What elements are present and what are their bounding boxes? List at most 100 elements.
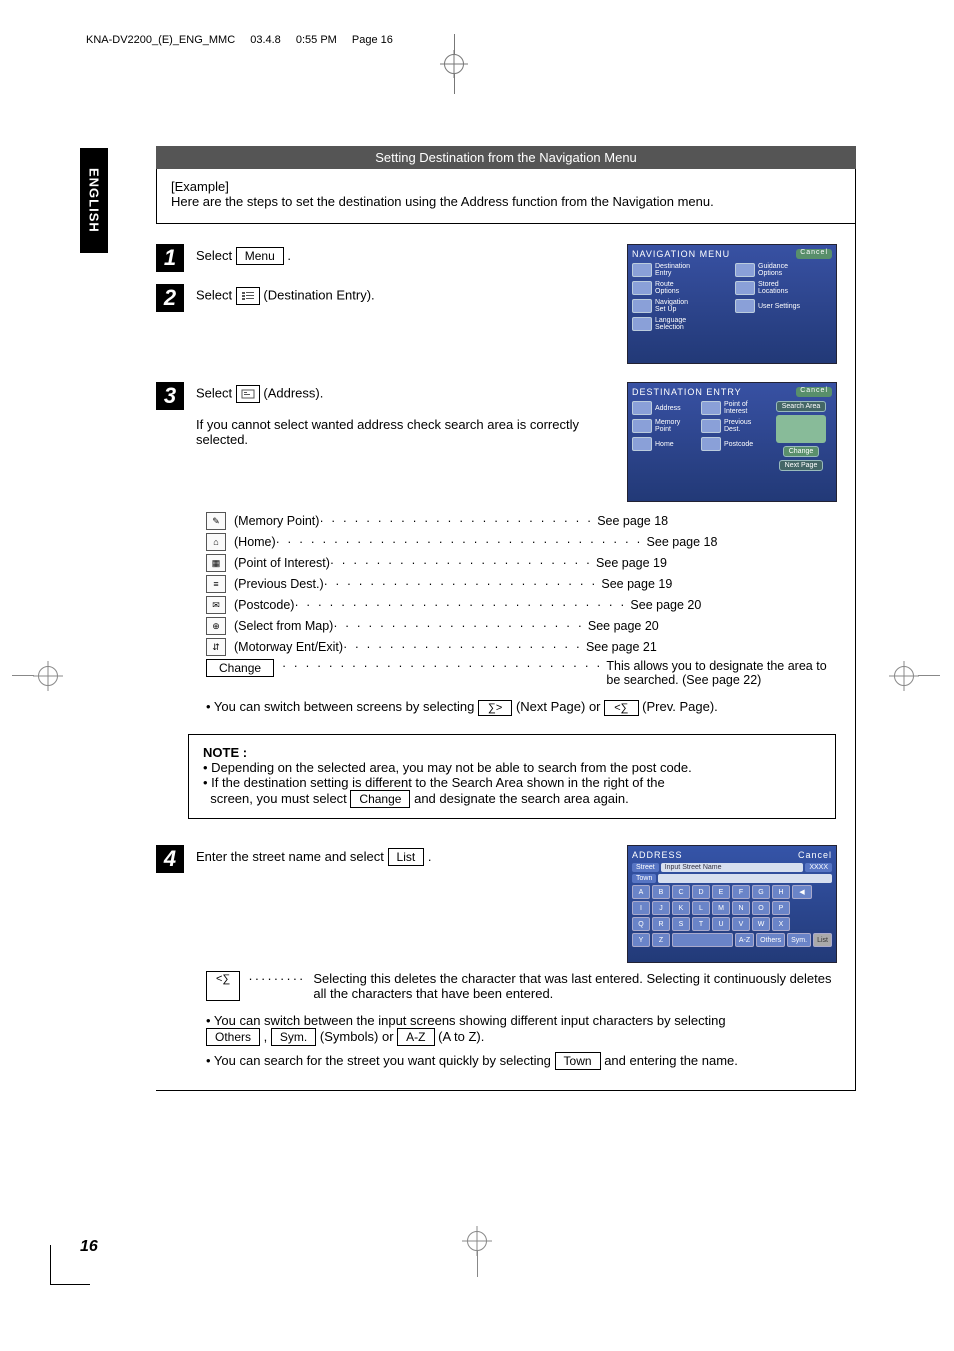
kb-key: U: [712, 917, 730, 931]
language-tab: ENGLISH: [80, 148, 108, 253]
note-line2b: screen, you must select: [210, 791, 347, 806]
kb-key: H: [772, 885, 790, 899]
step-number: 3: [156, 382, 184, 410]
address-icon[interactable]: [236, 385, 260, 403]
destination-entry-screenshot: DESTINATION ENTRY Cancel Address Point o…: [627, 382, 837, 502]
ss-item: Point of: [724, 401, 748, 408]
ss-item: Home: [655, 441, 674, 448]
ss-item-sub: Locations: [758, 288, 788, 295]
search-town-line: • You can search for the street you want…: [206, 1052, 837, 1070]
ss-item: Guidance: [758, 263, 788, 270]
ss-item: Route: [655, 281, 674, 288]
change-button-note[interactable]: Change: [350, 790, 410, 808]
kb-key: V: [732, 917, 750, 931]
kb-key: Z: [652, 933, 670, 947]
kb-key: T: [692, 917, 710, 931]
ss-cancel: Cancel: [798, 850, 832, 860]
town-label: Town: [632, 874, 656, 883]
note-line1: • Depending on the selected area, you ma…: [203, 760, 821, 775]
step4-post: .: [428, 849, 432, 864]
note-box: NOTE : • Depending on the selected area,…: [188, 734, 836, 819]
kb-az: A-Z: [735, 933, 754, 947]
kb-key: Q: [632, 917, 650, 931]
step3-pre: Select: [196, 385, 232, 400]
example-text: Here are the steps to set the destinatio…: [171, 194, 841, 209]
header-time: 0:55 PM: [296, 34, 337, 46]
az-button[interactable]: A-Z: [397, 1028, 434, 1046]
step3-note: If you cannot select wanted address chec…: [196, 417, 607, 447]
ss-item-sub: Interest: [724, 408, 747, 415]
step2-post: (Destination Entry).: [263, 287, 374, 302]
next-page-button[interactable]: ∑>: [478, 700, 512, 716]
ss-item: Postcode: [724, 441, 753, 448]
ref-motorway: ⇵(Motorway Ent/Exit) · · · · · · · · · ·…: [206, 638, 837, 656]
ss-item: User Settings: [758, 303, 800, 310]
kb-list: List: [813, 933, 832, 947]
postcode-icon: ✉: [206, 596, 226, 614]
kb-key: B: [652, 885, 670, 899]
kb-key: E: [712, 885, 730, 899]
ss-item: Destination: [655, 263, 690, 270]
list-button[interactable]: List: [388, 848, 425, 866]
kb-key: S: [672, 917, 690, 931]
kb-others: Others: [756, 933, 785, 947]
sym-button[interactable]: Sym.: [271, 1028, 316, 1046]
change-text: This allows you to designate the area to…: [606, 659, 837, 687]
body: 1 Select Menu . 2 Select: [156, 224, 856, 1091]
ss-item: Memory: [655, 419, 680, 426]
map-icon: ⊕: [206, 617, 226, 635]
switch-input-line: • You can switch between the input scree…: [206, 1013, 837, 1046]
ss-item-sub: Options: [758, 270, 782, 277]
kb-key: L: [692, 901, 710, 915]
search-town-post: and entering the name.: [604, 1053, 738, 1068]
ss-item: Previous: [724, 419, 751, 426]
ref-poi: ▦(Point of Interest) · · · · · · · · · ·…: [206, 554, 837, 572]
kb-key: A: [632, 885, 650, 899]
town-button[interactable]: Town: [555, 1052, 601, 1070]
switch-next: (Next Page) or: [516, 699, 601, 714]
kb-key: J: [652, 901, 670, 915]
example-label: [Example]: [171, 179, 841, 194]
step-number: 2: [156, 284, 184, 312]
header-date: 03.4.8: [250, 34, 281, 46]
poi-icon: ▦: [206, 554, 226, 572]
kb-key: X: [772, 917, 790, 931]
az-post: (A to Z).: [438, 1029, 484, 1044]
registration-mark-right: [894, 666, 940, 686]
registration-mark-bottom: [467, 1231, 487, 1277]
ss-item-sub: Set Up: [655, 306, 676, 313]
note-line2c: and designate the search area again.: [414, 791, 629, 806]
ss-item-sub: Point: [655, 426, 671, 433]
switch-pre: • You can switch between screens by sele…: [206, 699, 474, 714]
prev-page-button[interactable]: <∑: [604, 700, 638, 716]
switch-prev: (Prev. Page).: [642, 699, 718, 714]
step-1: 1 Select Menu .: [161, 244, 607, 272]
ss-item: Address: [655, 405, 681, 412]
page: KNA-DV2200_(E)_ENG_MMC 03.4.8 0:55 PM Pa…: [0, 0, 954, 1351]
ss-cancel: Cancel: [796, 387, 832, 397]
ss-item: Language: [655, 317, 686, 324]
ss-item-sub: Dest.: [724, 426, 740, 433]
step-4: 4 Enter the street name and select List …: [161, 845, 607, 873]
step1-pre: Select: [196, 248, 232, 263]
backspace-icon: ◀: [792, 885, 812, 899]
street-label: Street: [632, 863, 659, 872]
note-line2a: • If the destination setting is differen…: [203, 775, 665, 790]
note-title: NOTE :: [203, 745, 821, 760]
menu-button[interactable]: Menu: [236, 247, 284, 265]
step1-post: .: [287, 248, 291, 263]
registration-mark-top: [444, 34, 464, 94]
content: Setting Destination from the Navigation …: [136, 146, 876, 1091]
prev-dest-icon: ≡: [206, 575, 226, 593]
backspace-button[interactable]: <∑: [206, 971, 240, 1001]
change-button[interactable]: Change: [206, 659, 274, 677]
kb-key: M: [712, 901, 730, 915]
reference-list: ✎(Memory Point) · · · · · · · · · · · · …: [206, 512, 837, 687]
others-button[interactable]: Others: [206, 1028, 260, 1046]
memory-point-icon: ✎: [206, 512, 226, 530]
destination-entry-icon[interactable]: [236, 287, 260, 305]
ref-prev-dest: ≡(Previous Dest.) · · · · · · · · · · · …: [206, 575, 837, 593]
switch-screens-line: • You can switch between screens by sele…: [206, 699, 837, 716]
navigation-menu-screenshot: NAVIGATION MENU Cancel DestinationEntry …: [627, 244, 837, 364]
ss-dest-title: DESTINATION ENTRY: [632, 387, 742, 397]
